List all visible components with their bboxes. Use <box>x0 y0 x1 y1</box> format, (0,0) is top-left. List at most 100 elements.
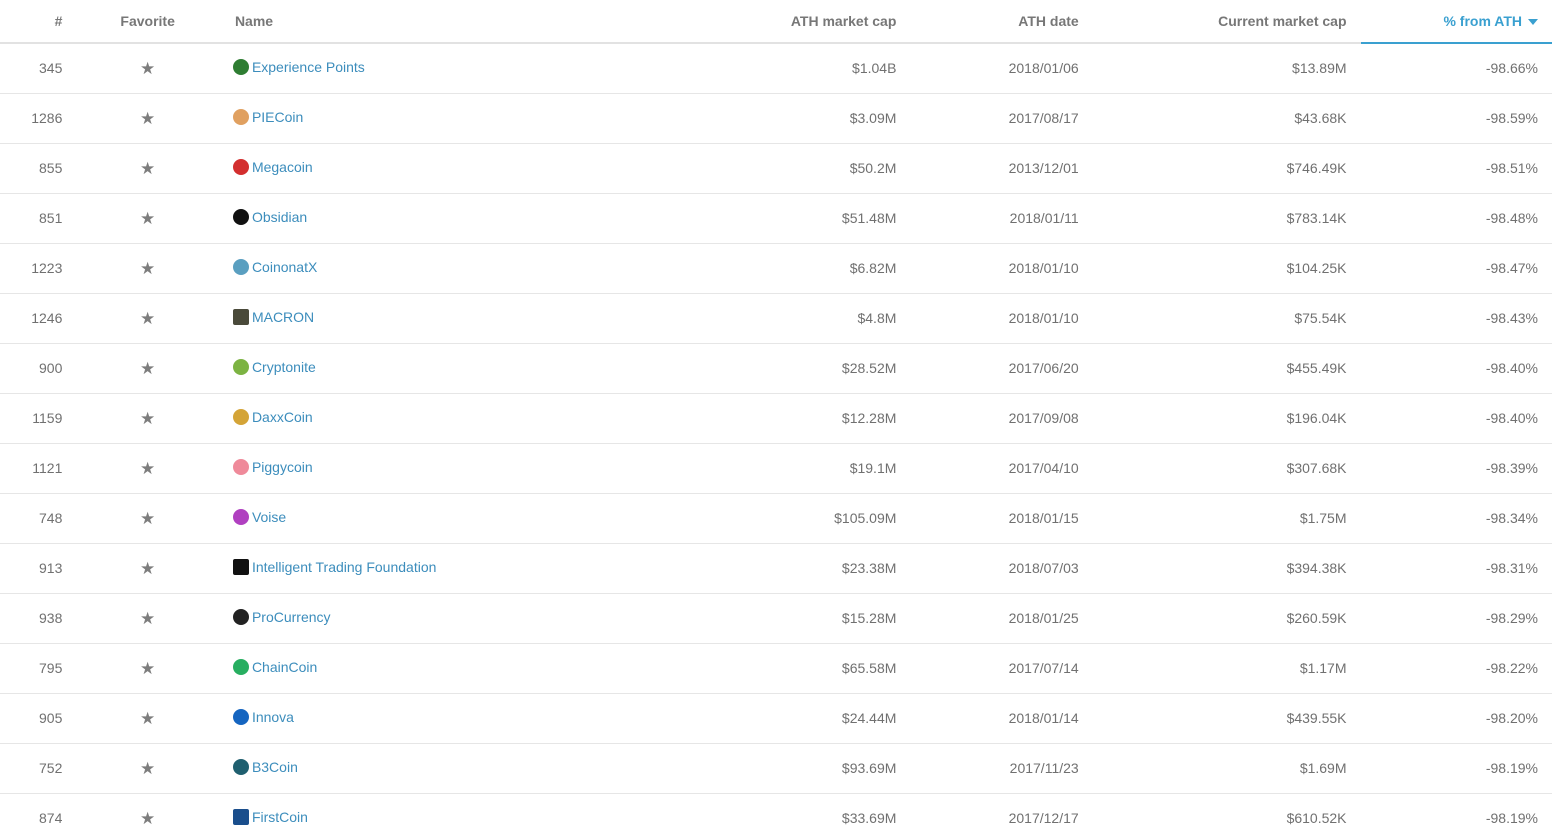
name-cell: CoinonatX <box>218 243 627 294</box>
table-row[interactable]: 851 ★ Obsidian $51.48M 2018/01/11 $783.1… <box>0 193 1552 244</box>
favorite-star-icon[interactable]: ★ <box>140 310 155 327</box>
current-market-cap-cell: $439.55K <box>1092 693 1361 744</box>
rank-cell: 855 <box>0 143 77 194</box>
current-market-cap-cell: $394.38K <box>1092 543 1361 594</box>
current-market-cap-column-header[interactable]: Current market cap <box>1092 0 1361 44</box>
table-row[interactable]: 913 ★ Intelligent Trading Foundation $23… <box>0 543 1552 594</box>
favorite-column-header[interactable]: Favorite <box>76 0 219 44</box>
current-market-cap-cell: $455.49K <box>1092 343 1361 394</box>
favorite-star-icon[interactable]: ★ <box>140 410 155 427</box>
name-cell: MACRON <box>218 293 627 344</box>
current-market-cap-cell: $307.68K <box>1092 443 1361 494</box>
favorite-star-icon[interactable]: ★ <box>140 660 155 677</box>
ath-market-cap-cell: $105.09M <box>626 493 911 544</box>
name-column-header[interactable]: Name <box>218 0 627 44</box>
coin-link[interactable]: ProCurrency <box>232 608 331 625</box>
current-market-cap-cell: $13.89M <box>1092 43 1361 94</box>
table-row[interactable]: 748 ★ Voise $105.09M 2018/01/15 $1.75M -… <box>0 493 1552 544</box>
coin-name: Obsidian <box>251 208 308 225</box>
rank-cell: 900 <box>0 343 77 394</box>
favorite-star-icon[interactable]: ★ <box>140 810 155 827</box>
coin-link[interactable]: DaxxCoin <box>232 408 313 425</box>
ath-date-cell: 2017/12/17 <box>910 793 1093 837</box>
coin-name: MACRON <box>251 308 315 325</box>
coin-link[interactable]: Experience Points <box>232 58 365 75</box>
favorite-star-icon[interactable]: ★ <box>140 560 155 577</box>
favorite-cell: ★ <box>76 43 219 94</box>
coin-name: ProCurrency <box>251 608 331 625</box>
table-row[interactable]: 345 ★ Experience Points $1.04B 2018/01/0… <box>0 43 1552 94</box>
pct-from-ath-cell: -98.40% <box>1360 343 1552 394</box>
favorite-star-icon[interactable]: ★ <box>140 610 155 627</box>
favorite-star-icon[interactable]: ★ <box>140 210 155 227</box>
ath-market-cap-cell: $6.82M <box>626 243 911 294</box>
pct-from-ath-cell: -98.19% <box>1360 743 1552 794</box>
coin-name: Megacoin <box>251 158 313 175</box>
coin-link[interactable]: MACRON <box>232 308 315 325</box>
table-row[interactable]: 1246 ★ MACRON $4.8M 2018/01/10 $75.54K -… <box>0 293 1552 344</box>
rank-column-header[interactable]: # <box>0 0 77 44</box>
favorite-star-icon[interactable]: ★ <box>140 460 155 477</box>
pct-from-ath-cell: -98.19% <box>1360 793 1552 837</box>
table-row[interactable]: 900 ★ Cryptonite $28.52M 2017/06/20 $455… <box>0 343 1552 394</box>
pct-from-ath-cell: -98.29% <box>1360 593 1552 644</box>
coin-link[interactable]: Intelligent Trading Foundation <box>232 558 436 575</box>
current-market-cap-cell: $260.59K <box>1092 593 1361 644</box>
ath-market-cap-cell: $33.69M <box>626 793 911 837</box>
coin-link[interactable]: B3Coin <box>232 758 298 775</box>
favorite-star-icon[interactable]: ★ <box>140 510 155 527</box>
favorite-star-icon[interactable]: ★ <box>140 360 155 377</box>
table-body: 345 ★ Experience Points $1.04B 2018/01/0… <box>0 43 1552 837</box>
table-row[interactable]: 795 ★ ChainCoin $65.58M 2017/07/14 $1.17… <box>0 643 1552 694</box>
ath-date-cell: 2018/01/10 <box>910 293 1093 344</box>
ath-date-cell: 2017/04/10 <box>910 443 1093 494</box>
rank-cell: 1159 <box>0 393 77 444</box>
voise-icon <box>232 508 249 525</box>
table-row[interactable]: 874 ★ FirstCoin $33.69M 2017/12/17 $610.… <box>0 793 1552 837</box>
coin-link[interactable]: PIECoin <box>232 108 303 125</box>
favorite-star-icon[interactable]: ★ <box>140 760 155 777</box>
ath-date-cell: 2018/01/14 <box>910 693 1093 744</box>
name-cell: Experience Points <box>218 43 627 94</box>
name-cell: Obsidian <box>218 193 627 244</box>
ath-market-cap-column-header[interactable]: ATH market cap <box>626 0 911 44</box>
favorite-star-icon[interactable]: ★ <box>140 710 155 727</box>
table-row[interactable]: 752 ★ B3Coin $93.69M 2017/11/23 $1.69M -… <box>0 743 1552 794</box>
coin-link[interactable]: Cryptonite <box>232 358 316 375</box>
ath-date-column-header[interactable]: ATH date <box>910 0 1093 44</box>
favorite-cell: ★ <box>76 643 219 694</box>
cryptonite-icon <box>232 358 249 375</box>
ath-date-cell: 2018/07/03 <box>910 543 1093 594</box>
macron-icon <box>232 308 249 325</box>
favorite-cell: ★ <box>76 343 219 394</box>
table-row[interactable]: 905 ★ Innova $24.44M 2018/01/14 $439.55K… <box>0 693 1552 744</box>
coin-link[interactable]: Megacoin <box>232 158 313 175</box>
current-market-cap-cell: $1.17M <box>1092 643 1361 694</box>
coin-link[interactable]: Voise <box>232 508 286 525</box>
favorite-star-icon[interactable]: ★ <box>140 160 155 177</box>
table-row[interactable]: 938 ★ ProCurrency $15.28M 2018/01/25 $26… <box>0 593 1552 644</box>
pct-from-ath-column-header[interactable]: % from ATH <box>1360 0 1552 44</box>
coin-link[interactable]: CoinonatX <box>232 258 317 275</box>
coin-link[interactable]: Innova <box>232 708 294 725</box>
ath-market-cap-cell: $23.38M <box>626 543 911 594</box>
coin-link[interactable]: Piggycoin <box>232 458 313 475</box>
coin-link[interactable]: Obsidian <box>232 208 308 225</box>
table-row[interactable]: 1286 ★ PIECoin $3.09M 2017/08/17 $43.68K… <box>0 93 1552 144</box>
rank-cell: 1246 <box>0 293 77 344</box>
table-row[interactable]: 1159 ★ DaxxCoin $12.28M 2017/09/08 $196.… <box>0 393 1552 444</box>
pct-from-ath-cell: -98.43% <box>1360 293 1552 344</box>
current-market-cap-cell: $196.04K <box>1092 393 1361 444</box>
coin-link[interactable]: ChainCoin <box>232 658 317 675</box>
favorite-cell: ★ <box>76 593 219 644</box>
favorite-star-icon[interactable]: ★ <box>140 110 155 127</box>
favorite-star-icon[interactable]: ★ <box>140 260 155 277</box>
table-row[interactable]: 1121 ★ Piggycoin $19.1M 2017/04/10 $307.… <box>0 443 1552 494</box>
name-cell: Megacoin <box>218 143 627 194</box>
table-row[interactable]: 1223 ★ CoinonatX $6.82M 2018/01/10 $104.… <box>0 243 1552 294</box>
favorite-star-icon[interactable]: ★ <box>140 60 155 77</box>
coin-link[interactable]: FirstCoin <box>232 808 308 825</box>
rank-cell: 1286 <box>0 93 77 144</box>
table-row[interactable]: 855 ★ Megacoin $50.2M 2013/12/01 $746.49… <box>0 143 1552 194</box>
ath-date-cell: 2018/01/15 <box>910 493 1093 544</box>
